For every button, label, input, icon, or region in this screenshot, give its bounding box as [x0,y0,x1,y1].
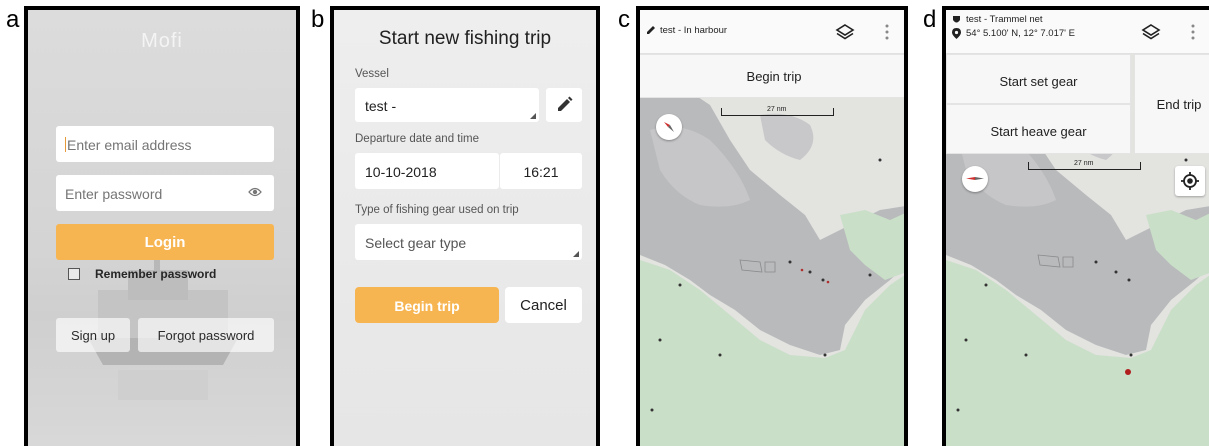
compass-needle-icon [966,177,984,180]
layers-icon[interactable] [1141,22,1161,42]
status-bar: test - In harbour [640,10,904,54]
vessel-select[interactable]: test - [355,88,539,122]
figure-label-b: b [311,6,325,33]
compass-icon[interactable] [656,114,682,140]
new-trip-screen: Start new fishing trip Vessel test - Dep… [330,6,600,446]
begin-trip-button[interactable]: Begin trip [355,287,499,323]
email-placeholder: Enter email address [67,137,192,153]
edit-vessel-button[interactable] [546,88,582,122]
scale-label: 27 nm [767,106,787,113]
app-logo: Mofi [141,30,183,52]
layers-icon[interactable] [835,22,855,42]
date-field[interactable]: 10-10-2018 [355,153,499,189]
position-text: 54° 5.100' N, 12° 7.017' E [966,28,1075,39]
login-screen: Mofi Enter email address Enter password … [24,6,300,446]
figure-label-a: a [6,6,20,33]
departure-label: Departure date and time [355,133,480,145]
more-vert-icon[interactable] [885,23,889,41]
dropdown-corner-icon [530,113,536,119]
vessel-label: Vessel [355,68,389,80]
remember-label: Remember password [95,267,217,281]
remember-checkbox[interactable] [68,268,80,280]
text-caret [65,137,66,152]
harbour-map-screen: test - In harbour Begin trip 27 nm [636,6,908,446]
active-trip-map-screen: test - Trammel net 54° 5.100' N, 12° 7.0… [942,6,1209,446]
start-set-gear-button[interactable]: Start set gear [946,54,1131,104]
gear-placeholder: Select gear type [365,235,467,251]
trip-status-text: test - In harbour [660,25,728,36]
eye-icon[interactable] [248,187,262,197]
gear-label: Type of fishing gear used on trip [355,204,519,216]
signup-button[interactable]: Sign up [56,318,130,352]
dropdown-corner-icon [573,251,579,257]
gear-select[interactable]: Select gear type [355,224,582,260]
end-trip-button[interactable]: End trip [1134,54,1209,154]
cancel-button[interactable]: Cancel [505,287,582,323]
figure-label-c: c [618,6,630,33]
login-button[interactable]: Login [56,224,274,260]
forgot-password-button[interactable]: Forgot password [138,318,274,352]
location-pin-icon [952,28,961,39]
scale-label: 27 nm [1074,160,1094,167]
compass-needle-icon [664,122,674,132]
my-location-icon [1181,172,1199,190]
pencil-icon [558,96,573,111]
password-input[interactable]: Enter password [56,175,274,211]
password-placeholder: Enter password [65,186,163,202]
time-field[interactable]: 16:21 [500,153,582,189]
begin-trip-button[interactable]: Begin trip [640,54,904,98]
status-bar: test - Trammel net 54° 5.100' N, 12° 7.0… [946,10,1209,54]
vessel-value: test - [365,98,397,114]
vessel-position-marker [1125,369,1131,375]
more-vert-icon[interactable] [1191,23,1195,41]
remember-password-row[interactable]: Remember password [68,267,216,281]
compass-icon[interactable] [962,166,988,192]
gear-marker-icon [953,16,960,23]
page-title: Start new fishing trip [378,28,552,49]
pencil-icon[interactable] [646,25,656,35]
start-heave-gear-button[interactable]: Start heave gear [946,104,1131,154]
vessel-gear-text: test - Trammel net [966,14,1043,25]
my-location-button[interactable] [1175,166,1205,196]
figure-label-d: d [923,6,937,33]
email-input[interactable]: Enter email address [56,126,274,162]
